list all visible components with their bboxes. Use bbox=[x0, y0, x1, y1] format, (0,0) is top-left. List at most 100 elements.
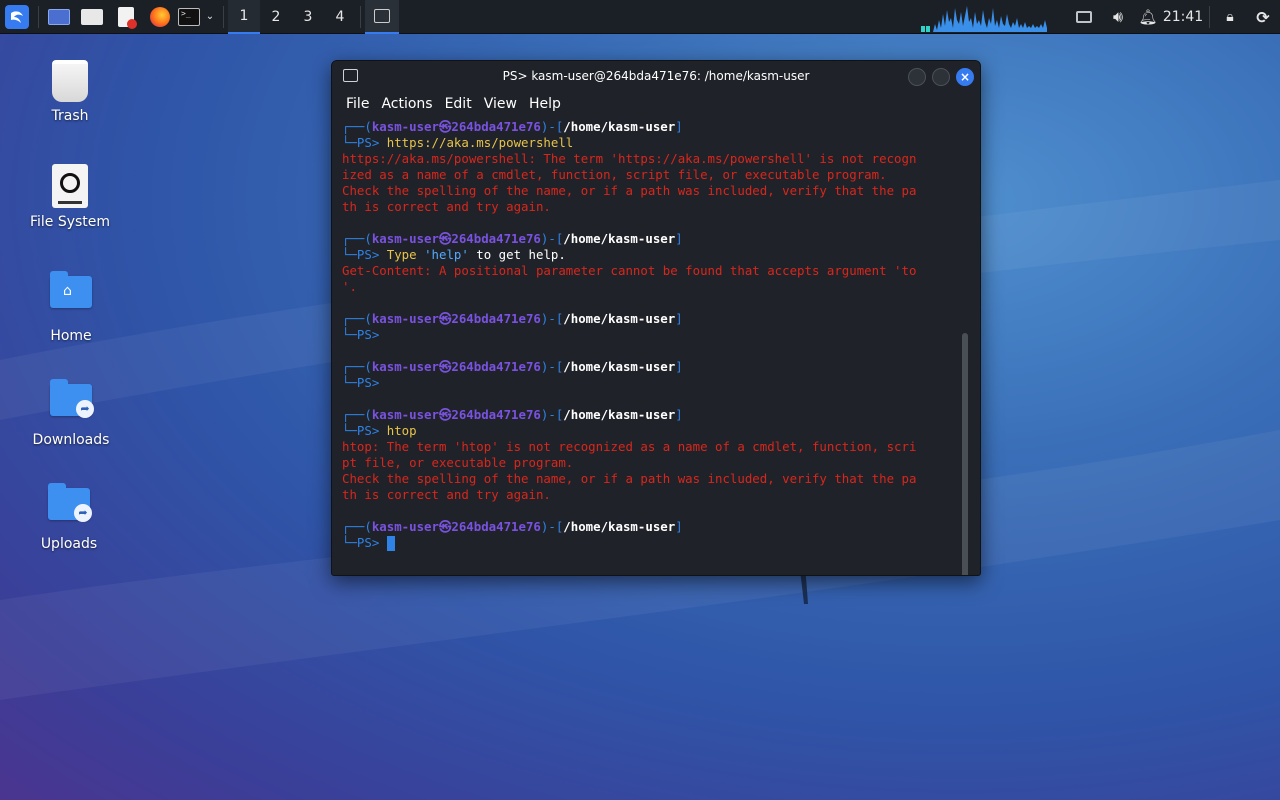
prompt-user: kasm-user bbox=[371, 311, 439, 326]
menu-edit[interactable]: Edit bbox=[445, 96, 472, 112]
error-line: Check the spelling of the name, or if a … bbox=[342, 183, 962, 199]
prompt-ps: PS> bbox=[356, 535, 387, 550]
speaker-icon: 🔊︎ bbox=[1112, 7, 1124, 26]
volume-control[interactable]: 🔊︎ bbox=[1101, 0, 1135, 34]
prompt-at: ㉿ bbox=[438, 519, 452, 534]
prompt-line: ┌──(kasm-user㉿264bda471e76)-[/home/kasm-… bbox=[342, 519, 962, 535]
prompt-path: /home/kasm-user bbox=[563, 311, 676, 326]
desktop-icon-label: Home bbox=[50, 328, 92, 344]
error-text: ized as a name of a cmdlet, function, sc… bbox=[342, 167, 887, 182]
close-button[interactable]: × bbox=[956, 68, 974, 86]
text-editor-launcher[interactable] bbox=[109, 0, 143, 34]
workspace-1[interactable]: 1 bbox=[228, 0, 260, 34]
prompt-frame: └─ bbox=[342, 375, 357, 390]
prompt-frame: ┌──( bbox=[342, 359, 372, 374]
menu-help[interactable]: Help bbox=[529, 96, 561, 112]
prompt-frame: )-[ bbox=[540, 519, 564, 534]
prompt-host: 264bda471e76 bbox=[451, 231, 541, 246]
prompt-frame: ] bbox=[675, 311, 683, 326]
prompt-frame: ] bbox=[675, 407, 683, 422]
prompt-frame: ] bbox=[675, 119, 683, 134]
prompt-frame: )-[ bbox=[540, 407, 564, 422]
command-line: └─PS> https://aka.ms/powershell bbox=[342, 135, 962, 151]
firefox-launcher[interactable] bbox=[143, 0, 177, 34]
prompt-at: ㉿ bbox=[438, 119, 452, 134]
minimize-button[interactable] bbox=[908, 68, 926, 86]
prompt-frame: └─ bbox=[342, 327, 357, 342]
command-line: └─PS> htop bbox=[342, 423, 962, 439]
workspace-2[interactable]: 2 bbox=[260, 0, 292, 34]
logout-button[interactable]: ⟳ bbox=[1246, 0, 1280, 34]
menu-actions[interactable]: Actions bbox=[381, 96, 432, 112]
clock[interactable]: 21:41 bbox=[1161, 0, 1205, 34]
prompt-ps: PS> bbox=[356, 247, 387, 262]
power-icon: ⟳ bbox=[1256, 7, 1270, 27]
prompt-host: 264bda471e76 bbox=[451, 119, 541, 134]
terminal-output[interactable]: ┌──(kasm-user㉿264bda471e76)-[/home/kasm-… bbox=[342, 119, 962, 569]
error-line: th is correct and try again. bbox=[342, 487, 962, 503]
cpu-graph bbox=[921, 6, 1047, 32]
prompt-ps: PS> bbox=[356, 327, 387, 342]
text-editor-icon bbox=[118, 6, 137, 29]
network-status[interactable] bbox=[1067, 0, 1101, 34]
error-line: https://aka.ms/powershell: The term 'htt… bbox=[342, 151, 962, 167]
command-line: └─PS> Type 'help' to get help. bbox=[342, 247, 962, 263]
firefox-icon bbox=[150, 6, 170, 27]
desktop-icon-uploads[interactable]: ➦ Uploads bbox=[14, 483, 124, 552]
trash-icon bbox=[52, 60, 88, 102]
prompt-frame: ┌──( bbox=[342, 519, 372, 534]
lock-screen-button[interactable]: 🔒︎ bbox=[1214, 0, 1246, 34]
menu-file[interactable]: File bbox=[346, 96, 369, 112]
display-icon bbox=[1076, 11, 1092, 23]
file-manager-launcher[interactable] bbox=[75, 0, 109, 34]
workspace-3[interactable]: 3 bbox=[292, 0, 324, 34]
show-desktop-button[interactable] bbox=[43, 0, 75, 34]
prompt-at: ㉿ bbox=[438, 311, 452, 326]
notifications-button[interactable]: 🔔︎ bbox=[1135, 0, 1161, 34]
prompt-frame: └─ bbox=[342, 535, 357, 550]
desktop-icon-downloads[interactable]: ➦ Downloads bbox=[16, 379, 126, 448]
scrollbar[interactable] bbox=[962, 333, 968, 575]
prompt-frame: )-[ bbox=[540, 311, 564, 326]
menu-view[interactable]: View bbox=[484, 96, 517, 112]
terminal-window[interactable]: PS> kasm-user@264bda471e76: /home/kasm-u… bbox=[331, 60, 981, 576]
prompt-ps: PS> bbox=[356, 423, 387, 438]
error-line: ized as a name of a cmdlet, function, sc… bbox=[342, 167, 962, 183]
desktop-icon-file-system[interactable]: File System bbox=[15, 164, 125, 230]
prompt-path: /home/kasm-user bbox=[563, 359, 676, 374]
prompt-line: ┌──(kasm-user㉿264bda471e76)-[/home/kasm-… bbox=[342, 407, 962, 423]
error-text: '. bbox=[342, 279, 357, 294]
prompt-frame: ┌──( bbox=[342, 407, 372, 422]
prompt-path: /home/kasm-user bbox=[563, 407, 676, 422]
lock-icon: 🔒︎ bbox=[1226, 9, 1234, 25]
prompt-ps: PS> bbox=[356, 135, 387, 150]
bell-icon: 🔔︎ bbox=[1138, 8, 1158, 26]
prompt-user: kasm-user bbox=[371, 407, 439, 422]
terminal-launcher[interactable]: >_ bbox=[177, 0, 201, 34]
error-line: th is correct and try again. bbox=[342, 199, 962, 215]
command-line: └─PS> bbox=[342, 535, 962, 551]
maximize-button[interactable] bbox=[932, 68, 950, 86]
desktop-icon-trash[interactable]: Trash bbox=[15, 60, 125, 124]
prompt-frame: ] bbox=[675, 359, 683, 374]
prompt-line: ┌──(kasm-user㉿264bda471e76)-[/home/kasm-… bbox=[342, 311, 962, 327]
terminal-launcher-dropdown[interactable]: ⌄ bbox=[201, 0, 219, 34]
prompt-at: ㉿ bbox=[438, 359, 452, 374]
prompt-frame: └─ bbox=[342, 135, 357, 150]
prompt-host: 264bda471e76 bbox=[451, 359, 541, 374]
desktop-icon-home[interactable]: ⌂ Home bbox=[16, 271, 126, 344]
prompt-line: ┌──(kasm-user㉿264bda471e76)-[/home/kasm-… bbox=[342, 359, 962, 375]
prompt-frame: )-[ bbox=[540, 359, 564, 374]
link-folder-icon: ➦ bbox=[50, 379, 94, 418]
link-folder-icon: ➦ bbox=[48, 483, 92, 522]
taskbar-terminal-window[interactable] bbox=[365, 0, 399, 34]
prompt-frame: └─ bbox=[342, 423, 357, 438]
kali-menu-button[interactable] bbox=[0, 0, 34, 34]
window-titlebar[interactable]: PS> kasm-user@264bda471e76: /home/kasm-u… bbox=[332, 61, 980, 91]
prompt-host: 264bda471e76 bbox=[451, 407, 541, 422]
prompt-user: kasm-user bbox=[371, 231, 439, 246]
workspace-4[interactable]: 4 bbox=[324, 0, 356, 34]
